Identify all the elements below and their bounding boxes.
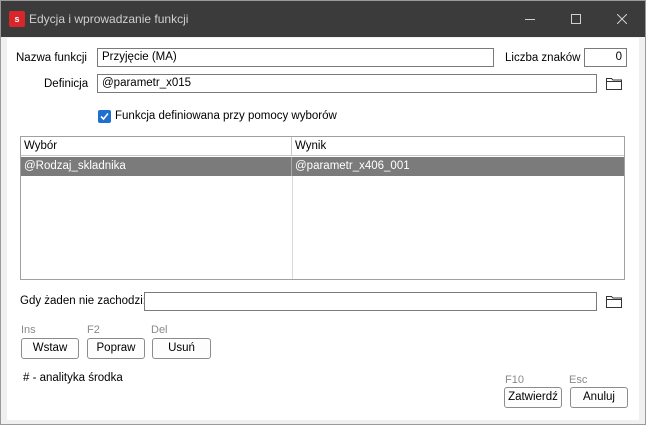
table-cell-wynik[interactable]: @parametr_x406_001: [292, 157, 624, 176]
popraw-hotkey: F2: [87, 324, 100, 336]
zatwierdz-hotkey: F10: [505, 374, 524, 386]
gdy-zaden-input[interactable]: [144, 292, 597, 311]
liczba-znakow-input[interactable]: 0: [584, 48, 627, 67]
popraw-button[interactable]: Popraw: [87, 338, 145, 359]
gdy-zaden-browse-button[interactable]: [605, 293, 623, 309]
dialog-content: Nazwa funkcji Przyjęcie (MA) Liczba znak…: [7, 38, 639, 420]
gdy-zaden-label: Gdy żaden nie zachodzi:: [20, 295, 146, 307]
dialog-window: s Edycja i wprowadzanie funkcji Nazwa fu…: [0, 0, 646, 425]
wybory-checkbox-label[interactable]: Funkcja definiowana przy pomocy wyborów: [115, 110, 337, 122]
column-header-wynik[interactable]: Wynik: [292, 137, 624, 156]
wstaw-button[interactable]: Wstaw: [21, 338, 79, 359]
definicja-browse-button[interactable]: [605, 75, 623, 91]
close-icon: [617, 14, 627, 24]
minimize-button[interactable]: [507, 1, 553, 37]
title-bar[interactable]: s Edycja i wprowadzanie funkcji: [1, 1, 645, 37]
table-cell-wybor[interactable]: @Rodzaj_skladnika: [21, 157, 292, 176]
window-title: Edycja i wprowadzanie funkcji: [29, 12, 189, 26]
column-header-wybor[interactable]: Wybór: [21, 137, 292, 156]
analityka-note: # - analityka środka: [23, 372, 123, 384]
definicja-input[interactable]: @parametr_x015: [97, 74, 597, 93]
folder-icon: [606, 296, 622, 308]
wstaw-hotkey: Ins: [21, 324, 36, 336]
zatwierdz-button[interactable]: Zatwierdź: [504, 387, 562, 408]
app-logo-letter: s: [14, 14, 20, 24]
nazwa-funkcji-input[interactable]: Przyjęcie (MA): [97, 48, 494, 67]
table-row[interactable]: @Rodzaj_skladnika @parametr_x406_001: [21, 157, 624, 176]
liczba-znakow-label: Liczba znaków: [505, 52, 581, 64]
folder-icon: [606, 78, 622, 90]
minimize-icon: [525, 19, 535, 20]
app-logo-icon: s: [9, 11, 25, 27]
anuluj-button[interactable]: Anuluj: [570, 387, 628, 408]
wybory-checkbox[interactable]: [98, 110, 111, 123]
maximize-button[interactable]: [553, 1, 599, 37]
maximize-icon: [571, 14, 581, 24]
anuluj-hotkey: Esc: [569, 374, 588, 386]
definicja-label: Definicja: [44, 78, 89, 90]
usun-hotkey: Del: [151, 324, 168, 336]
nazwa-funkcji-label: Nazwa funkcji: [16, 52, 87, 64]
usun-button[interactable]: Usuń: [152, 338, 211, 359]
wybory-table[interactable]: Wybór Wynik @Rodzaj_skladnika @parametr_…: [20, 136, 625, 280]
close-button[interactable]: [599, 1, 645, 37]
column-divider: [292, 176, 293, 279]
check-icon: [100, 112, 109, 121]
